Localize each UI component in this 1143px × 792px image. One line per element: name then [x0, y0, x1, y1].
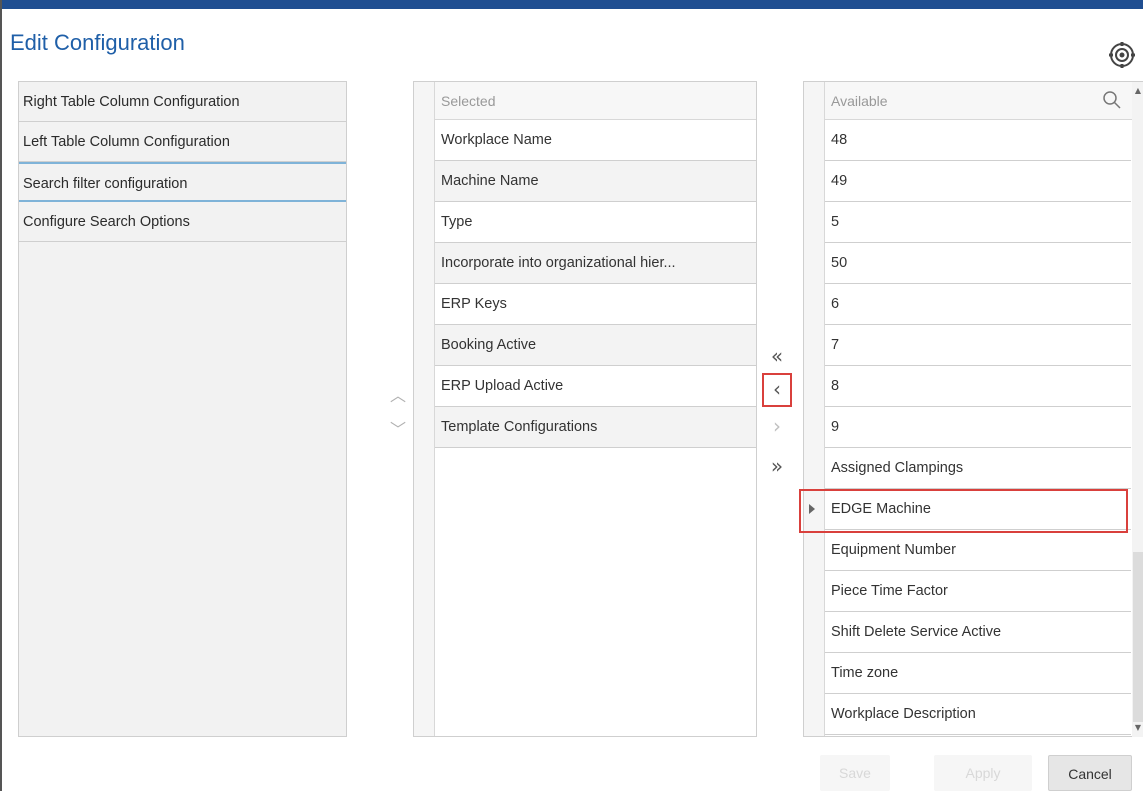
- available-scrollbar[interactable]: ▲ ▼: [1132, 82, 1143, 737]
- available-row[interactable]: Time zone: [825, 653, 1131, 694]
- settings-gear-icon[interactable]: [1109, 42, 1135, 68]
- row-gutter: [804, 82, 825, 736]
- available-columns-grid: Available 48 49 5 50 6 7 8 9 Assigned Cl…: [803, 81, 1143, 737]
- available-row[interactable]: 50: [825, 243, 1131, 284]
- remove-all-button[interactable]: »: [762, 450, 792, 484]
- row-gutter: [414, 82, 435, 736]
- move-down-arrow-icon[interactable]: ﹀: [388, 420, 408, 440]
- cancel-button[interactable]: Cancel: [1048, 755, 1132, 791]
- available-row[interactable]: Equipment Number: [825, 530, 1131, 571]
- selected-row[interactable]: Template Configurations: [435, 407, 756, 448]
- selected-row[interactable]: Incorporate into organizational hier...: [435, 243, 756, 284]
- scroll-down-icon[interactable]: ▼: [1132, 721, 1143, 735]
- remove-selected-button[interactable]: ›: [762, 410, 792, 444]
- menu-item-left-table-columns[interactable]: Left Table Column Configuration: [19, 122, 346, 162]
- selected-columns-grid: Selected Workplace Name Machine Name Typ…: [413, 81, 757, 737]
- available-row-current[interactable]: EDGE Machine: [825, 489, 1131, 530]
- selected-row[interactable]: ERP Upload Active: [435, 366, 756, 407]
- menu-item-search-options[interactable]: Configure Search Options: [19, 202, 346, 242]
- available-row[interactable]: 7: [825, 325, 1131, 366]
- available-row[interactable]: Shift Delete Service Active: [825, 612, 1131, 653]
- dialog-title: Edit Configuration: [10, 30, 185, 55]
- available-header: Available: [825, 82, 1143, 120]
- add-selected-button[interactable]: ‹: [762, 373, 792, 407]
- search-icon[interactable]: [1102, 90, 1122, 110]
- selected-row[interactable]: Workplace Name: [435, 120, 756, 161]
- edit-configuration-dialog: Edit Configuration Right Table Column Co…: [0, 0, 1143, 791]
- available-row[interactable]: Assigned Clampings: [825, 448, 1131, 489]
- available-row[interactable]: 48: [825, 120, 1131, 161]
- selected-row[interactable]: Machine Name: [435, 161, 756, 202]
- available-row[interactable]: 6: [825, 284, 1131, 325]
- selected-row[interactable]: Booking Active: [435, 325, 756, 366]
- selected-row[interactable]: Type: [435, 202, 756, 243]
- apply-button[interactable]: Apply: [934, 755, 1032, 791]
- available-row[interactable]: Piece Time Factor: [825, 571, 1131, 612]
- selected-header: Selected: [435, 82, 756, 120]
- add-all-button[interactable]: «: [762, 340, 792, 374]
- move-up-arrow-icon[interactable]: ︿: [388, 386, 408, 406]
- available-row[interactable]: 9: [825, 407, 1131, 448]
- scroll-up-icon[interactable]: ▲: [1132, 84, 1143, 98]
- available-row[interactable]: 49: [825, 161, 1131, 202]
- available-row[interactable]: 8: [825, 366, 1131, 407]
- dialog-top-bar: [2, 0, 1143, 9]
- menu-item-search-filter[interactable]: Search filter configuration: [19, 162, 346, 202]
- available-row[interactable]: Workplace Description: [825, 694, 1131, 735]
- selected-row[interactable]: ERP Keys: [435, 284, 756, 325]
- scrollbar-thumb[interactable]: [1133, 552, 1143, 722]
- menu-item-right-table-columns[interactable]: Right Table Column Configuration: [19, 82, 346, 122]
- save-button[interactable]: Save: [820, 755, 890, 791]
- available-row[interactable]: 5: [825, 202, 1131, 243]
- configuration-menu: Right Table Column Configuration Left Ta…: [18, 81, 347, 737]
- current-row-pointer-icon: [809, 504, 815, 514]
